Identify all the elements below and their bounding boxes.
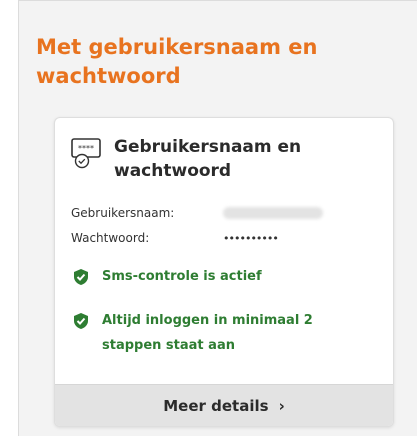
username-value-redacted (223, 207, 323, 219)
status-sms-check: Sms-controle is actief (73, 264, 342, 289)
password-label: Wachtwoord: (71, 231, 150, 245)
card-header: **** Gebruikersnaam en wachtwoord (71, 135, 334, 183)
password-value: •••••••••• (223, 231, 279, 245)
status-text: Altijd inloggen in minimaal 2 stappen st… (102, 313, 313, 353)
username-row: Gebruikersnaam: (71, 206, 323, 220)
chevron-right-icon: › (278, 396, 285, 415)
more-details-label: Meer details (163, 396, 269, 415)
shield-check-icon (74, 313, 88, 329)
more-details-button[interactable]: Meer details › (55, 384, 393, 426)
password-row: Wachtwoord: •••••••••• (71, 231, 279, 245)
card-title: Gebruikersnaam en wachtwoord (114, 137, 302, 181)
status-two-step: Altijd inloggen in minimaal 2 stappen st… (73, 308, 342, 358)
password-terminal-icon: **** (71, 138, 101, 169)
shield-check-icon (74, 269, 88, 285)
status-text: Sms-controle is actief (102, 269, 262, 284)
svg-text:****: **** (78, 144, 94, 153)
section-title: Met gebruikersnaam en wachtwoord (36, 35, 318, 88)
username-label: Gebruikersnaam: (71, 206, 175, 220)
credentials-card: **** Gebruikersnaam en wachtwoord Gebrui… (54, 117, 394, 427)
